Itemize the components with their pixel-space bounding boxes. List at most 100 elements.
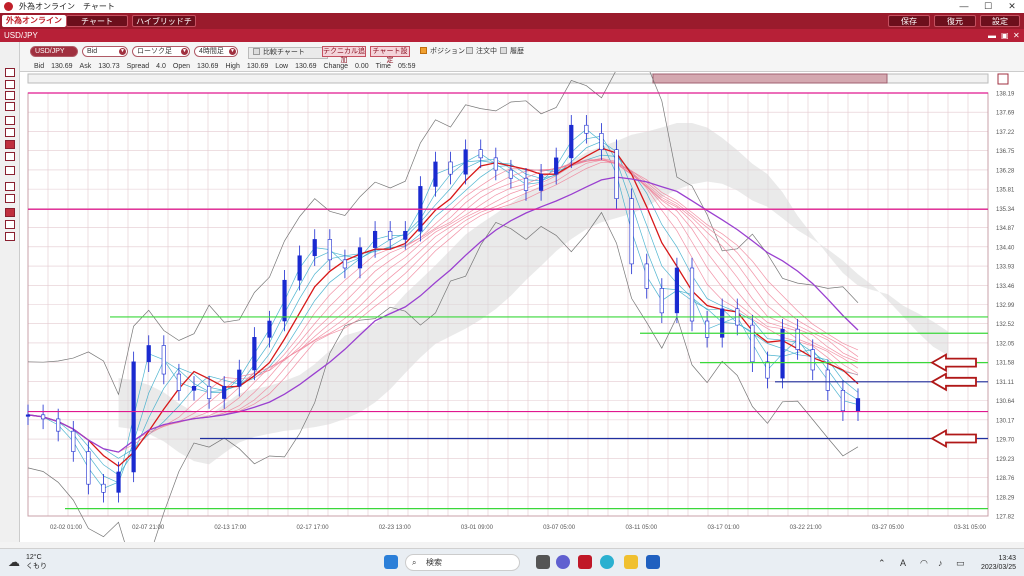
price-tick-label: 134.40 [996, 245, 1015, 251]
fibonacci-tool-icon[interactable] [5, 182, 15, 191]
candle-body [704, 320, 710, 338]
wifi-icon[interactable]: ◠ [920, 558, 928, 569]
window-titlebar: 外為オンライン チャート [0, 0, 1024, 13]
window-title: 外為オンライン チャート [19, 2, 115, 11]
delete-tool-icon[interactable] [5, 208, 15, 217]
chart-svg[interactable]: 138.19 137.69 137.22 136.75 136.28 135.81 135.… [20, 43, 1024, 573]
channel-tool-icon[interactable] [5, 166, 15, 175]
settings-tool-icon[interactable] [5, 232, 15, 241]
chart-type-select[interactable]: ローソク足 ▼ [132, 46, 190, 57]
bid-select[interactable]: Bid ▼ [82, 46, 128, 57]
edge-icon[interactable] [600, 555, 614, 569]
start-icon[interactable] [384, 555, 398, 569]
explorer-icon[interactable] [624, 555, 638, 569]
speaker-icon[interactable]: ♪ [938, 558, 943, 568]
app-icon [4, 2, 13, 11]
search-box[interactable]: ⌕ 検索 [405, 554, 520, 571]
pointer-tool-icon[interactable] [5, 91, 15, 100]
time-tick-label: 03-31 05:00 [954, 525, 987, 531]
candle-body [342, 259, 348, 269]
price-chart[interactable]: 138.19 137.69 137.22 136.75 136.28 135.81 135.… [20, 43, 1024, 573]
history-toggle[interactable]: 履歴 [500, 47, 524, 56]
zoom-tool-icon[interactable] [5, 102, 15, 111]
price-tick-label: 127.82 [996, 515, 1015, 521]
candle-body [327, 239, 332, 261]
candle-body [161, 345, 166, 375]
candle-body [25, 414, 31, 417]
close-button[interactable]: ✕ [1000, 0, 1024, 13]
timeframe-select[interactable]: 4時間足 ▼ [194, 46, 238, 57]
price-tick-label: 128.29 [996, 495, 1015, 501]
save-button[interactable]: 保存 [888, 15, 930, 27]
time-tick-label: 02-17 17:00 [297, 525, 330, 531]
chat-icon[interactable] [556, 555, 570, 569]
arrow-annotation [930, 428, 977, 449]
cursor-tool-icon[interactable] [5, 68, 15, 77]
position-label: ポジション [430, 48, 465, 55]
position-toggle[interactable]: ポジション [420, 47, 465, 56]
time-text: 13:43 [998, 555, 1016, 562]
candle-body [56, 418, 61, 432]
candle-body [840, 390, 846, 412]
chart-type-value: ローソク足 [137, 48, 172, 55]
close-chart-icon[interactable]: ✕ [1013, 29, 1020, 42]
hline-tool-icon[interactable] [5, 140, 15, 149]
candle-body [644, 263, 649, 289]
store-icon[interactable] [646, 555, 660, 569]
candle-body [448, 161, 453, 175]
hybrid-chart-button[interactable]: ハイブリッドチャート [132, 15, 196, 38]
position-checkbox[interactable] [420, 47, 427, 54]
minimize-chart-icon[interactable]: ▬ [988, 29, 996, 42]
weather-widget[interactable]: 12°C くもり [26, 553, 47, 571]
price-tick-label: 136.28 [996, 168, 1015, 174]
time-tick-label: 03-07 05:00 [543, 525, 576, 531]
chart-settings-button[interactable]: チャート設定 [370, 46, 410, 64]
maximize-chart-icon[interactable]: ▣ [1001, 29, 1009, 42]
add-technical-button[interactable]: テクニカル追加 [322, 46, 366, 64]
minimize-button[interactable]: — [952, 0, 976, 13]
pair-select[interactable]: USD/JPY [30, 46, 78, 57]
candle-body [312, 239, 317, 257]
order-checkbox[interactable] [466, 47, 473, 54]
line-tool-icon[interactable] [5, 128, 15, 137]
candle-body [403, 230, 408, 240]
fx-app-icon[interactable] [578, 555, 592, 569]
history-checkbox[interactable] [500, 47, 507, 54]
history-label: 履歴 [510, 48, 524, 55]
windows-taskbar: ☁ 12°C くもり ⌕ 検索 ⌃ A ◠ ♪ ▭ 13:43 2023/03/… [0, 548, 1024, 576]
price-tick-label: 137.22 [996, 130, 1015, 136]
price-tick-label: 131.58 [996, 361, 1015, 367]
task-view-icon[interactable] [536, 555, 550, 569]
price-tick-label: 129.70 [996, 438, 1015, 444]
candle-body [523, 177, 529, 191]
candle-body [297, 255, 302, 281]
chevron-down-icon: ▼ [181, 48, 188, 55]
price-tick-label: 137.69 [996, 111, 1015, 117]
chart-button[interactable]: チャート [66, 15, 128, 27]
arrow-annotation [930, 353, 977, 373]
chart-settings-icon[interactable] [997, 73, 1009, 85]
restore-button[interactable]: 復元 [934, 15, 976, 27]
maximize-button[interactable]: ☐ [976, 0, 1000, 13]
candle-body [433, 161, 438, 187]
brand-logo: 外為オンライン [2, 15, 66, 27]
ime-icon[interactable]: A [900, 558, 906, 568]
compare-chart-toggle[interactable]: 比較チャート [248, 47, 328, 59]
candle-body [825, 369, 830, 391]
candle-body [569, 124, 574, 159]
text-tool-icon[interactable] [5, 194, 15, 203]
compare-checkbox[interactable] [253, 48, 260, 55]
clock[interactable]: 13:43 2023/03/25 [981, 554, 1016, 572]
settings-button[interactable]: 設定 [980, 15, 1020, 27]
battery-icon[interactable]: ▭ [956, 558, 965, 569]
navigator-thumb[interactable] [652, 73, 888, 84]
order-toggle[interactable]: 注文中 [466, 47, 497, 56]
weather-text: くもり [26, 563, 47, 570]
chevron-down-icon: ▼ [119, 48, 126, 55]
chevron-up-icon[interactable]: ⌃ [878, 558, 886, 569]
delete-all-tool-icon[interactable] [5, 220, 15, 229]
price-tick-label: 132.99 [996, 303, 1015, 309]
crosshair-tool-icon[interactable] [5, 80, 15, 89]
trendline-tool-icon[interactable] [5, 116, 15, 125]
vline-tool-icon[interactable] [5, 152, 15, 161]
